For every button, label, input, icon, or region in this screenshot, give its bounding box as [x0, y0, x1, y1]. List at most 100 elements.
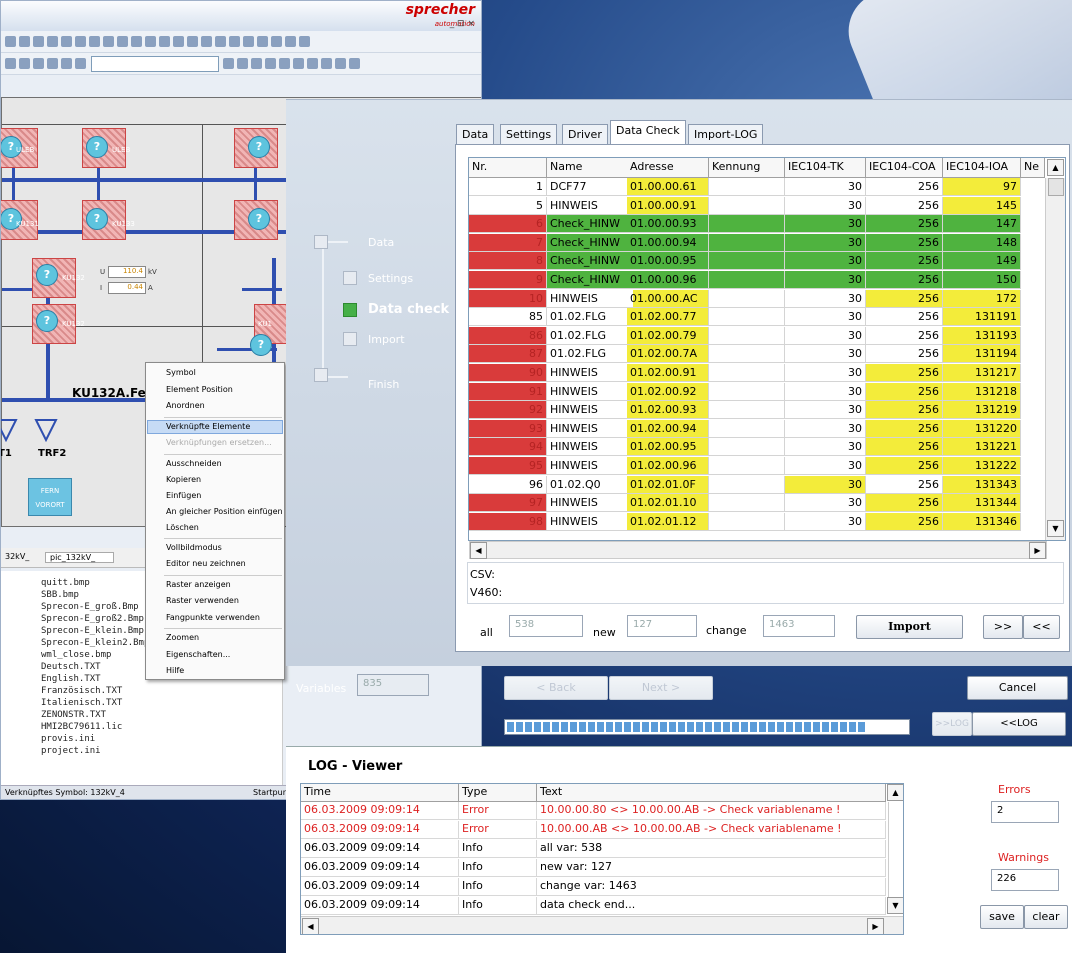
forward-button[interactable]: >> — [983, 615, 1023, 639]
toolbar-icon[interactable] — [187, 36, 198, 47]
menu-item[interactable]: Kopieren — [166, 473, 201, 487]
change-count-field[interactable]: 1463 — [763, 615, 835, 637]
table-row[interactable]: 91 HINWEIS 01.02.00.92 30 256 131218 — [469, 382, 1065, 401]
cancel-button[interactable]: Cancel — [967, 676, 1068, 700]
file-item[interactable]: ZENONSTR.TXT — [9, 709, 282, 721]
menu-item[interactable]: Löschen — [166, 521, 199, 535]
column-header[interactable]: Adresse — [627, 158, 709, 178]
toolbar-icon[interactable] — [307, 58, 318, 69]
toolbar-icon[interactable] — [285, 36, 296, 47]
tab-settings[interactable]: Settings — [500, 124, 558, 144]
toolbar-icon[interactable] — [47, 36, 58, 47]
menu-item[interactable]: Einfügen — [166, 489, 201, 503]
menu-item[interactable]: An gleicher Position einfügen — [166, 505, 283, 519]
toolbar-select[interactable] — [91, 56, 219, 72]
tab-import-log[interactable]: Import-LOG — [688, 124, 764, 144]
toolbar-icon[interactable] — [335, 58, 346, 69]
file-item[interactable]: HMI2BC79611.lic — [9, 721, 282, 733]
menu-item[interactable]: Verknüpfungen ersetzen... — [166, 436, 272, 450]
toolbar-icon[interactable] — [61, 58, 72, 69]
column-header[interactable]: IEC104-TK — [785, 158, 866, 178]
table-row[interactable]: 94 HINWEIS 01.02.00.95 30 256 131221 — [469, 438, 1065, 457]
toolbar-icon[interactable] — [215, 36, 226, 47]
grid-hscrollbar[interactable]: ◀ ▶ — [469, 541, 1047, 559]
table-row[interactable]: 98 HINWEIS 01.02.01.12 30 256 131346 — [469, 512, 1065, 531]
log-grid[interactable]: Time Type Text ▲ ▼ 06.03.2009 09:09:14 Error 10… — [300, 783, 904, 935]
menu-item[interactable]: Element Position — [166, 383, 233, 397]
toolbar-icon[interactable] — [251, 58, 262, 69]
file-item[interactable]: project.ini — [9, 745, 282, 757]
table-row[interactable]: 97 HINWEIS 01.02.01.10 30 256 131344 — [469, 494, 1065, 513]
toolbar-icon[interactable] — [19, 58, 30, 69]
scroll-right-icon[interactable]: ▶ — [1029, 542, 1046, 559]
toolbar-icon[interactable] — [75, 58, 86, 69]
table-row[interactable]: 7 Check_HINW 01.00.00.94 30 256 148 — [469, 233, 1065, 252]
back-button[interactable]: < Back — [504, 676, 608, 700]
tab-data-check[interactable]: Data Check — [610, 120, 686, 144]
menu-item[interactable]: Zoomen — [166, 631, 199, 645]
menu-item[interactable]: Hilfe — [166, 664, 184, 678]
scroll-left-icon[interactable]: ◀ — [302, 918, 319, 934]
log-row[interactable]: 06.03.2009 09:09:14 Info new var: 127 — [301, 859, 903, 877]
all-count-field[interactable]: 538 — [509, 615, 583, 637]
toolbar-icon[interactable] — [243, 36, 254, 47]
toolbar-icon[interactable] — [5, 58, 16, 69]
file-item[interactable]: Italienisch.TXT — [9, 697, 282, 709]
table-row[interactable]: 92 HINWEIS 01.02.00.93 30 256 131219 — [469, 401, 1065, 420]
column-header[interactable]: Kennung — [709, 158, 785, 178]
toolbar-icon[interactable] — [19, 36, 30, 47]
log-row[interactable]: 06.03.2009 09:09:14 Error 10.00.00.80 <> 1… — [301, 802, 903, 820]
table-row[interactable]: 90 HINWEIS 01.02.00.91 30 256 131217 — [469, 364, 1065, 382]
menu-item[interactable]: Anordnen — [166, 399, 205, 413]
backward-button[interactable]: << — [1023, 615, 1060, 639]
log-row[interactable]: 06.03.2009 09:09:14 Info data check end... — [301, 897, 903, 915]
table-row[interactable]: 5 HINWEIS 01.00.00.91 30 256 145 — [469, 196, 1065, 215]
table-row[interactable]: 8 Check_HINW 01.00.00.95 30 256 149 — [469, 252, 1065, 271]
toolbar-icon[interactable] — [159, 36, 170, 47]
log-hscrollbar[interactable]: ◀ ▶ — [301, 916, 903, 934]
scroll-right-icon[interactable]: ▶ — [867, 918, 884, 934]
toolbar-icon[interactable] — [5, 36, 16, 47]
toolbar-icon[interactable] — [257, 36, 268, 47]
log-forward-button[interactable]: >>LOG — [932, 712, 972, 736]
toolbar-icon[interactable] — [33, 36, 44, 47]
log-column-header[interactable]: Text — [537, 784, 886, 802]
column-header[interactable]: Ne — [1021, 158, 1045, 178]
log-row[interactable]: 06.03.2009 09:09:14 Error 10.00.00.AB <> 1… — [301, 821, 903, 839]
table-row[interactable]: 1 DCF77 01.00.00.61 30 256 97 — [469, 178, 1065, 196]
scroll-left-icon[interactable]: ◀ — [470, 542, 487, 559]
toolbar-icon[interactable] — [265, 58, 276, 69]
data-check-grid[interactable]: Nr. Name Adresse Kennung IEC104-TK IEC104-COA… — [468, 157, 1066, 541]
file-item[interactable]: provis.ini — [9, 733, 282, 745]
table-row[interactable]: 86 01.02.FLG 01.02.00.79 30 256 131193 — [469, 326, 1065, 345]
table-row[interactable]: 96 01.02.Q0 01.02.01.0F 30 256 131343 — [469, 475, 1065, 494]
scroll-up-icon[interactable]: ▲ — [887, 784, 903, 801]
new-count-field[interactable]: 127 — [627, 615, 697, 637]
column-header[interactable]: IEC104-IOA — [943, 158, 1021, 178]
table-row[interactable]: 6 Check_HINW 01.00.00.93 30 256 147 — [469, 215, 1065, 234]
toolbar-icon[interactable] — [349, 58, 360, 69]
toolbar-icon[interactable] — [279, 58, 290, 69]
clear-button[interactable]: clear — [1024, 905, 1068, 929]
menu-item[interactable]: Fangpunkte verwenden — [166, 611, 260, 625]
toolbar-icon[interactable] — [321, 58, 332, 69]
doc-tab[interactable]: 32kV_ — [5, 552, 29, 561]
save-button[interactable]: save — [980, 905, 1024, 929]
import-button[interactable]: Import — [856, 615, 963, 639]
toolbar-icon[interactable] — [223, 58, 234, 69]
scroll-up-icon[interactable]: ▲ — [1047, 159, 1064, 176]
toolbar-icon[interactable] — [201, 36, 212, 47]
table-row[interactable]: 87 01.02.FLG 01.02.00.7A 30 256 131194 — [469, 345, 1065, 364]
menu-item[interactable]: Raster verwenden — [166, 594, 239, 608]
column-header[interactable]: IEC104-COA — [866, 158, 943, 178]
window-controls[interactable]: _ ⊡ × — [450, 19, 475, 29]
context-menu[interactable]: Symbol Element Position Anordnen Verknüpfte… — [145, 362, 285, 680]
menu-item[interactable]: Editor neu zeichnen — [166, 557, 246, 571]
toolbar-icon[interactable] — [89, 36, 100, 47]
menu-item[interactable]: Raster anzeigen — [166, 578, 231, 592]
toolbar-icon[interactable] — [271, 36, 282, 47]
menu-item[interactable]: Vollbildmodus — [166, 541, 222, 555]
column-header[interactable]: Nr. — [469, 158, 547, 178]
log-back-button[interactable]: <<LOG — [972, 712, 1066, 736]
file-item[interactable]: Französisch.TXT — [9, 685, 282, 697]
